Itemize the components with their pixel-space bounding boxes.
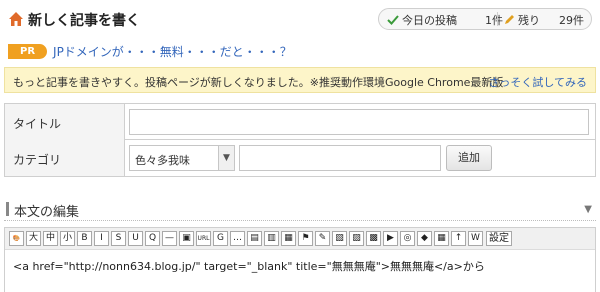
try-now-link[interactable]: さっそく試してみる [488,74,587,90]
post-form: タイトル カテゴリ 色々多我味 ▼ 追加 [4,103,596,177]
new-category-input[interactable] [239,145,441,171]
body-textarea[interactable]: <a href="http://nonn634.blog.jp/" target… [5,250,595,292]
url-icon[interactable]: URL [196,231,211,246]
movie-icon[interactable]: ▨ [349,231,364,246]
pr-badge: PR [8,43,48,59]
section-title: 本文の編集 [14,205,80,220]
page-title: 新しく記事を書く [28,13,140,29]
upload-icon[interactable]: ↑ [451,231,466,246]
page-header: 新しく記事を書く 今日の投稿 1件 残り 29件 [0,0,600,38]
editor-toolbar: 🎨 大中小 B I S U Q — ▣ URL G… ▤ ▥ ▦ ⚑ ✎ ▧ ▨ ▩ ▶ ◎ ◆ ▦ ↑ W 設定 [5,228,595,250]
title-input[interactable] [129,109,589,135]
notice-bar: もっと記事を書きやすく。投稿ページが新しくなりました。※推奨動作環境Google… [4,67,596,93]
post-stats: 今日の投稿 1件 残り 29件 [378,8,592,30]
category-selected: 色々多我味 [135,154,190,167]
body-section-header: 本文の編集 ▼ [4,199,596,221]
doc2-icon[interactable]: ▥ [264,231,279,246]
image-icon[interactable]: ▣ [179,231,194,246]
youtube-icon[interactable]: ▶ [383,231,398,246]
title-label: タイトル [5,104,125,140]
palette-icon[interactable]: 🎨 [9,231,24,246]
hr-button[interactable]: — [162,231,177,246]
chevron-down-icon[interactable]: ▼ [218,146,234,170]
category-select[interactable]: 色々多我味 ▼ [129,145,235,171]
home-icon [9,12,23,26]
underline-button[interactable]: U [128,231,143,246]
pencil-icon [505,15,514,24]
section-marker [6,202,9,216]
collapse-icon[interactable]: ▼ [584,204,592,215]
google-icon[interactable]: G [213,231,228,246]
table-icon[interactable]: ▦ [434,231,449,246]
title-row: タイトル [5,104,595,140]
settings-button[interactable]: 設定 [486,231,512,246]
body-editor: 🎨 大中小 B I S U Q — ▣ URL G… ▤ ▥ ▦ ⚑ ✎ ▧ ▨ ▩ ▶ ◎ ◆ ▦ ↑ W 設定 <a href… [4,227,596,292]
stat-divider [497,12,498,26]
evernote-icon[interactable]: ◆ [417,231,432,246]
today-label: 今日の投稿 [402,14,457,27]
stat-today: 今日の投稿 1件 [387,12,503,28]
remaining-value: 29件 [559,14,584,27]
today-value: 1件 [485,14,503,27]
map-icon[interactable]: ▧ [332,231,347,246]
stat-remaining: 残り 29件 [503,12,584,28]
strike-button[interactable]: S [111,231,126,246]
font-small-button[interactable]: 小 [60,231,75,246]
pr-row: PR JPドメインが・・・無料・・・だと・・・？ [8,41,292,61]
more-icon[interactable]: … [230,231,245,246]
check-icon [387,15,399,25]
bold-button[interactable]: B [77,231,92,246]
category-label: カテゴリ [5,140,125,176]
font-large-button[interactable]: 大 [26,231,41,246]
wikipedia-icon[interactable]: W [468,231,483,246]
category-row: カテゴリ 色々多我味 ▼ 追加 [5,140,595,176]
tv-icon[interactable]: ▩ [366,231,381,246]
doc3-icon[interactable]: ▦ [281,231,296,246]
font-medium-button[interactable]: 中 [43,231,58,246]
instagram-icon[interactable]: ◎ [400,231,415,246]
doc-icon[interactable]: ▤ [247,231,262,246]
italic-button[interactable]: I [94,231,109,246]
pr-link[interactable]: JPドメインが・・・無料・・・だと・・・？ [53,43,292,60]
pencil-icon[interactable]: ✎ [315,231,330,246]
quote-button[interactable]: Q [145,231,160,246]
flag-icon[interactable]: ⚑ [298,231,313,246]
remaining-label: 残り [518,14,540,27]
add-category-button[interactable]: 追加 [446,145,492,171]
notice-text: もっと記事を書きやすく。投稿ページが新しくなりました。※推奨動作環境Google… [13,76,504,89]
